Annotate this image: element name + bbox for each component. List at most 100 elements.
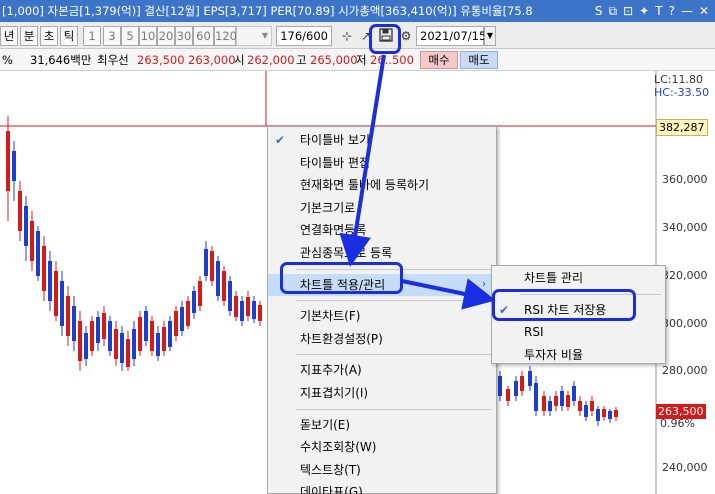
candle-body — [96, 317, 100, 343]
period-second-button[interactable]: 초 — [40, 26, 58, 46]
candle-body — [30, 221, 34, 261]
stock-summary-text: [1,000] 자본금[1,379(억)] 결산[12월] EPS[3,717]… — [2, 4, 533, 18]
interval-30-button[interactable]: 30 — [175, 26, 193, 46]
data-count-field[interactable]: 176/600 — [276, 26, 332, 46]
candle-body — [204, 249, 208, 276]
date-dropdown[interactable]: ▼ — [484, 26, 496, 46]
submenu-item-manage-templates[interactable]: 차트틀 관리 — [492, 267, 665, 290]
menu-item-add-indicator[interactable]: 지표추가(A) — [268, 359, 496, 382]
candle-body — [198, 281, 202, 306]
menu-item-magnifier[interactable]: 돋보기(E) — [268, 414, 496, 437]
buy-button[interactable]: 매수 — [420, 51, 458, 69]
candle-body — [138, 317, 142, 351]
menu-item-default-size[interactable]: 기본크기로 — [268, 197, 496, 220]
price-tick-340000: 340,000 — [662, 221, 708, 234]
menu-item-register-toolbar[interactable]: 현재화면 툴바에 등록하기 — [268, 174, 496, 197]
interval-dropdown[interactable]: ▼ — [236, 26, 272, 46]
price-tick-300000: 300,000 — [662, 317, 708, 330]
candle-body — [542, 396, 546, 411]
price-tick-320000: 320,000 — [662, 269, 708, 282]
candle-body — [78, 321, 82, 361]
candle-body — [84, 333, 88, 359]
help-icon[interactable]: ? — [669, 0, 675, 22]
candle-body — [6, 131, 10, 191]
candle-body — [246, 297, 250, 316]
pin-icon[interactable]: ✦ — [639, 0, 649, 22]
submenu-item-investor-ratio[interactable]: 투자자 비율 — [492, 344, 665, 367]
candle-body — [54, 271, 58, 316]
candle-body — [584, 405, 588, 417]
price-tick-240000: 240,000 — [662, 461, 708, 474]
percent-label: % — [2, 53, 13, 67]
volume-value: 31,646백만 — [30, 53, 92, 67]
candle-body — [258, 305, 262, 321]
menu-item-edit-titlebar[interactable]: 타이틀바 편집 — [268, 152, 496, 175]
window-copy-icon[interactable]: ⧉ — [609, 0, 618, 22]
date-field[interactable]: 2021/07/15 — [416, 26, 486, 46]
data-count-value: 176 — [280, 29, 303, 43]
candle-body — [162, 327, 166, 351]
current-price-tag: 382,287 — [656, 119, 708, 136]
candle-body — [548, 401, 552, 411]
candle-body — [252, 301, 256, 319]
candle-body — [120, 333, 124, 363]
text-icon[interactable]: T — [655, 0, 662, 22]
context-menu: ✔ 타이틀바 보기 타이틀바 편집 현재화면 툴바에 등록하기 기본크기로 연결화… — [267, 126, 497, 494]
candle-body — [506, 389, 510, 401]
candle-body — [216, 261, 220, 296]
period-tick-button[interactable]: 틱 — [60, 26, 78, 46]
menu-item-value-window[interactable]: 수치조회창(W) — [268, 436, 496, 459]
menu-item-overlay-indicator[interactable]: 지표겹치기(I) — [268, 382, 496, 405]
candle-body — [108, 321, 112, 351]
candle-body — [240, 301, 244, 321]
interval-10-button[interactable]: 10 — [139, 26, 157, 46]
title-bar-controls: S ⧉ ⊡ ✦ T ? — ✕ — [535, 0, 715, 22]
interval-120-button[interactable]: 120 — [214, 26, 237, 46]
s-icon[interactable]: S — [595, 0, 603, 22]
low-label: 저 — [356, 53, 367, 67]
check-icon: ✔ — [275, 133, 286, 147]
price-tick-280000: 280,000 — [662, 364, 708, 377]
candle-body — [228, 281, 232, 311]
candle-body — [156, 333, 160, 356]
layout-icon[interactable]: ⊡ — [623, 0, 633, 22]
interval-60-button[interactable]: 60 — [193, 26, 214, 46]
period-year-button[interactable]: 년 — [0, 26, 18, 46]
submenu-item-rsi[interactable]: RSI — [492, 321, 665, 344]
candle-body — [114, 329, 118, 359]
interval-5-button[interactable]: 5 — [121, 26, 139, 46]
minimize-icon[interactable]: — — [681, 0, 693, 22]
candle-body — [174, 311, 178, 336]
candle-body — [498, 376, 502, 396]
candle-body — [48, 261, 52, 301]
menu-item-data-table[interactable]: 데이타표(G) — [268, 481, 496, 494]
hc-label: HC:-33.50 — [654, 86, 710, 99]
candle-body — [514, 381, 518, 396]
crosshair-icon[interactable]: ⊹ — [338, 27, 356, 45]
candle-body — [192, 291, 196, 313]
menu-item-chart-settings[interactable]: 차트환경설정(P) — [268, 328, 496, 351]
candle-body — [18, 191, 22, 231]
interval-1-button[interactable]: 1 — [83, 26, 101, 46]
candle-body — [554, 396, 558, 406]
high-label: 고 — [296, 53, 307, 67]
sell-button[interactable]: 매도 — [460, 51, 498, 69]
menu-item-link-screen[interactable]: 연결화면등록 — [268, 219, 496, 242]
interval-3-button[interactable]: 3 — [103, 26, 121, 46]
candle-body — [168, 321, 172, 347]
candle-body — [210, 251, 214, 281]
candle-body — [144, 311, 148, 341]
data-count-total: /600 — [302, 29, 328, 43]
candle-body — [66, 296, 70, 336]
candle-body — [566, 395, 570, 407]
toolbar: 년 분 초 틱 1 3 5 10 20 30 60 120 ▼ 176/600 … — [0, 22, 715, 49]
menu-item-basic-chart[interactable]: 기본차트(F) — [268, 305, 496, 328]
menu-item-text-window[interactable]: 텍스트창(T) — [268, 459, 496, 482]
menu-item-show-titlebar[interactable]: ✔ 타이틀바 보기 — [268, 129, 496, 152]
candle-body — [102, 313, 106, 339]
period-minute-button[interactable]: 분 — [20, 26, 38, 46]
open-label: 시 — [234, 53, 245, 67]
interval-20-button[interactable]: 20 — [157, 26, 175, 46]
annotation-box-save — [369, 24, 401, 54]
close-icon[interactable]: ✕ — [699, 0, 709, 22]
